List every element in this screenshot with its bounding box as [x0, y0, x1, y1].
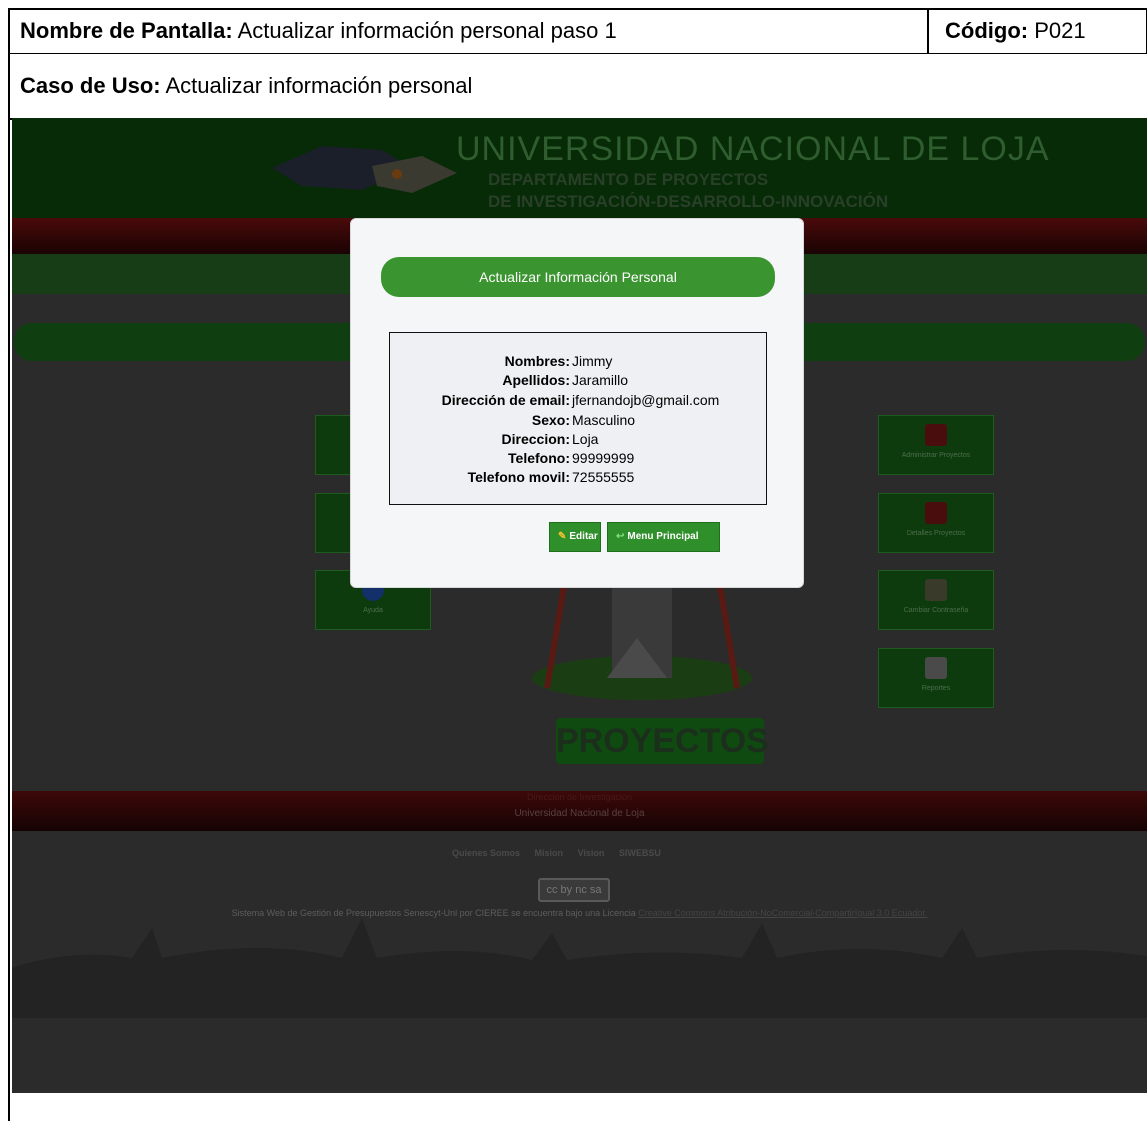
code-value: P021 [1034, 18, 1086, 43]
info-label: Direccion: [501, 431, 570, 447]
info-label: Telefono: [508, 450, 570, 466]
app-screenshot: UNIVERSIDAD NACIONAL DE LOJA DEPARTAMENT… [12, 118, 1147, 1093]
footer-line-2: Universidad Nacional de Loja [514, 808, 645, 819]
footer-links: Quienes Somos Mision Vision SIWEBSU [452, 848, 673, 858]
puzzle-logo-icon [272, 146, 457, 193]
tile-help-label: Ayuda [363, 607, 383, 614]
info-label: Apellidos: [502, 372, 570, 388]
lock-icon [925, 579, 947, 601]
info-value: 72555555 [572, 469, 635, 485]
center-illustration-icon [532, 568, 752, 700]
tile-reportes[interactable]: Reportes [878, 648, 994, 708]
edit-button-label: Editar [569, 531, 598, 542]
personal-info-box: Nombres: Jimmy Apellidos: Jaramillo Dire… [389, 332, 767, 505]
use-case-value: Actualizar información personal [165, 73, 473, 98]
info-row-telefono: Telefono: 99999999 [390, 450, 768, 469]
use-case-row: Caso de Uso: Actualizar información pers… [10, 55, 1147, 120]
screen-name-label: Nombre de Pantalla: [20, 18, 233, 43]
book-icon [925, 424, 947, 446]
update-info-modal: Actualizar Información Personal Nombres:… [350, 218, 804, 588]
tile-label: Administrar Proyectos [901, 452, 971, 459]
footer-link-vision[interactable]: Vision [578, 848, 605, 858]
footer-link-mision[interactable]: Mision [535, 848, 564, 858]
info-row-direccion: Direccion: Loja [390, 431, 768, 450]
tile-label: Reportes [921, 685, 951, 692]
footer-line-1: Direccion de Investigacion [526, 792, 633, 802]
info-value: jfernandojb@gmail.com [572, 392, 720, 408]
tile-cambiar-contrasena[interactable]: Cambiar Contraseña [878, 570, 994, 630]
book-icon [925, 502, 947, 524]
edit-button[interactable]: ✎ Editar [549, 522, 601, 552]
department-line-2: DE INVESTIGACIÓN-DESARROLLO-INNOVACIÓN [488, 192, 889, 211]
cc-license-badge[interactable]: cc by nc sa [538, 878, 610, 902]
info-value: Jimmy [572, 353, 613, 369]
main-menu-button[interactable]: ↩ Menu Principal [607, 522, 720, 552]
tile-detalles-proyectos[interactable]: Detalles Proyectos [878, 493, 994, 553]
footer-link-siwebsu[interactable]: SIWEBSU [619, 848, 661, 858]
license-link[interactable]: Creative Commons Atribución-NoComercial-… [638, 908, 927, 918]
department-line-1: DEPARTAMENTO DE PROYECTOS [488, 170, 769, 189]
info-label: Dirección de email: [441, 392, 570, 408]
info-row-sexo: Sexo: Masculino [390, 412, 768, 431]
info-row-telefono-movil: Telefono movil: 72555555 [390, 469, 768, 488]
modal-title: Actualizar Información Personal [381, 257, 775, 297]
main-menu-button-label: Menu Principal [627, 531, 699, 542]
back-arrow-icon: ↩ [616, 531, 625, 542]
info-value: 99999999 [572, 450, 635, 466]
info-row-apellidos: Apellidos: Jaramillo [390, 372, 768, 391]
code-label: Código: [945, 18, 1029, 43]
report-icon [925, 657, 947, 679]
proyectos-logo: PROYECTOS [556, 718, 769, 764]
screen-name-cell: Nombre de Pantalla: Actualizar informaci… [10, 10, 929, 54]
code-cell: Código: P021 [931, 10, 1147, 54]
tile-label: Cambiar Contraseña [903, 607, 969, 614]
license-text: Sistema Web de Gestión de Presupuestos S… [12, 908, 1147, 918]
license-prefix: Sistema Web de Gestión de Presupuestos S… [231, 908, 636, 918]
info-label: Sexo: [531, 412, 570, 428]
pencil-icon: ✎ [558, 531, 567, 542]
info-label: Telefono movil: [467, 469, 570, 485]
university-title: UNIVERSIDAD NACIONAL DE LOJA [456, 130, 1050, 168]
footer-link-quienes[interactable]: Quienes Somos [452, 848, 520, 858]
header-row: Nombre de Pantalla: Actualizar informaci… [10, 10, 1147, 54]
info-row-email: Dirección de email: jfernandojb@gmail.co… [390, 392, 768, 411]
use-case-label: Caso de Uso: [20, 73, 161, 98]
info-label: Nombres: [504, 353, 570, 369]
info-row-nombres: Nombres: Jimmy [390, 353, 768, 372]
screen-name-value: Actualizar información personal paso 1 [237, 18, 617, 43]
tile-administrar-proyectos[interactable]: Administrar Proyectos [878, 415, 994, 475]
info-value: Jaramillo [572, 372, 629, 388]
info-value: Masculino [572, 412, 636, 428]
info-value: Loja [572, 431, 599, 447]
tile-label: Detalles Proyectos [906, 530, 966, 537]
